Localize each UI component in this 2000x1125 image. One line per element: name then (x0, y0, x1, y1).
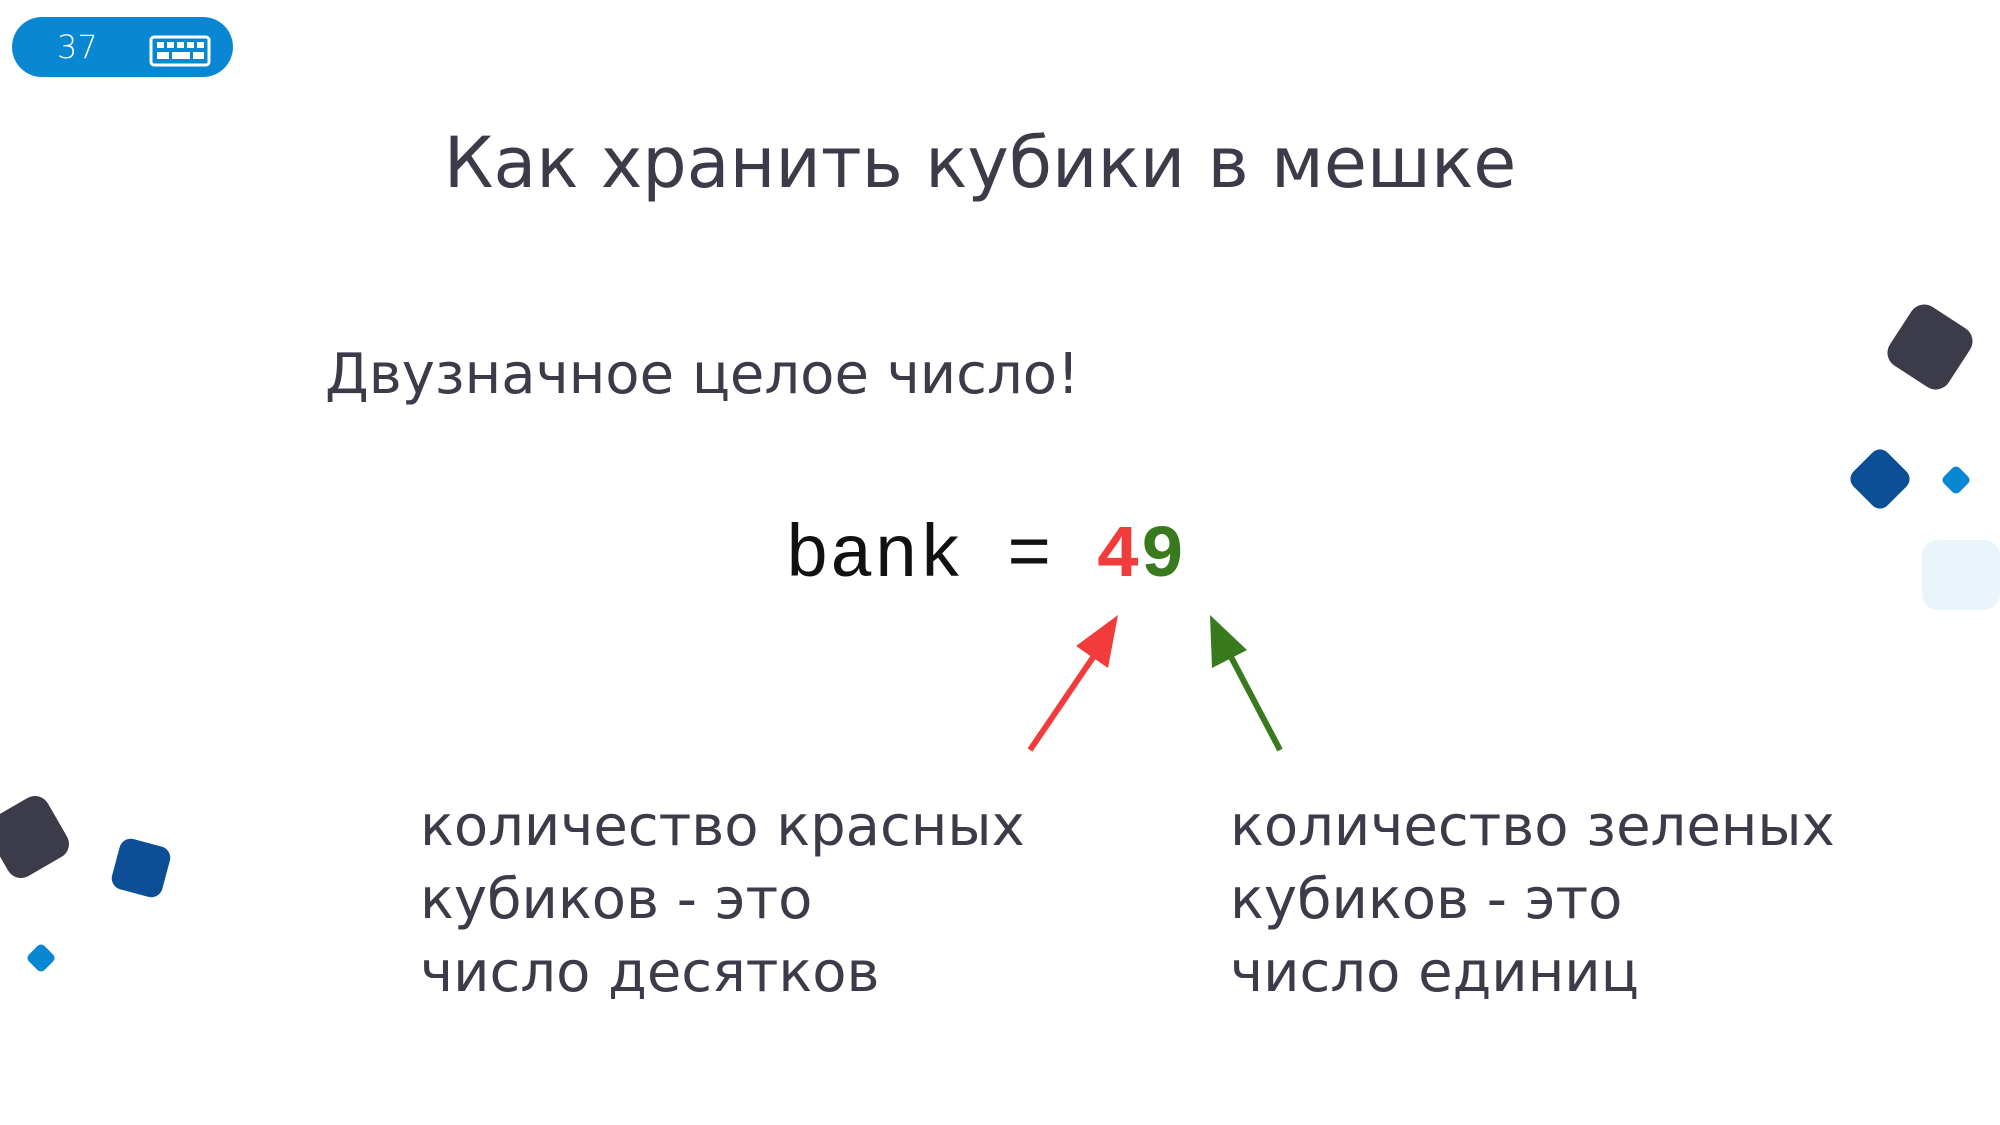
decor-square-blue-left (25, 942, 57, 974)
note-tens-line-1: количество красных (420, 794, 1025, 859)
note-tens-line-2: кубиков - это (420, 867, 813, 932)
note-ones-line-2: кубиков - это (1230, 867, 1623, 932)
note-ones: количество зеленых кубиков - это число е… (1230, 790, 1835, 1009)
note-ones-line-3: число единиц (1230, 940, 1639, 1005)
decor-square-blue-right (1940, 464, 1972, 496)
note-ones-line-1: количество зеленых (1230, 794, 1835, 859)
note-tens: количество красных кубиков - это число д… (420, 790, 1025, 1009)
keyboard-icon (149, 35, 211, 67)
green-arrow (1210, 615, 1283, 752)
decor-square-light-right (1922, 540, 2000, 610)
red-arrow (1027, 615, 1118, 752)
decor-square-navy-left (109, 836, 173, 900)
slide-subtitle: Двузначное целое число! (325, 342, 1080, 407)
ones-digit: 9 (1140, 515, 1185, 599)
note-tens-line-3: число десятков (420, 940, 880, 1005)
tens-digit: 4 (1095, 515, 1141, 599)
decor-square-dark-right (1881, 298, 1979, 396)
code-line: bank = 49 (785, 512, 1185, 602)
decor-square-dark-left (0, 790, 75, 884)
slide-number: 37 (57, 28, 98, 66)
code-prefix: bank = (785, 515, 1096, 599)
slide-title: Как хранить кубики в мешке (443, 122, 1517, 204)
decor-square-navy-right (1846, 445, 1914, 513)
slide-number-badge: 37 (12, 17, 233, 77)
